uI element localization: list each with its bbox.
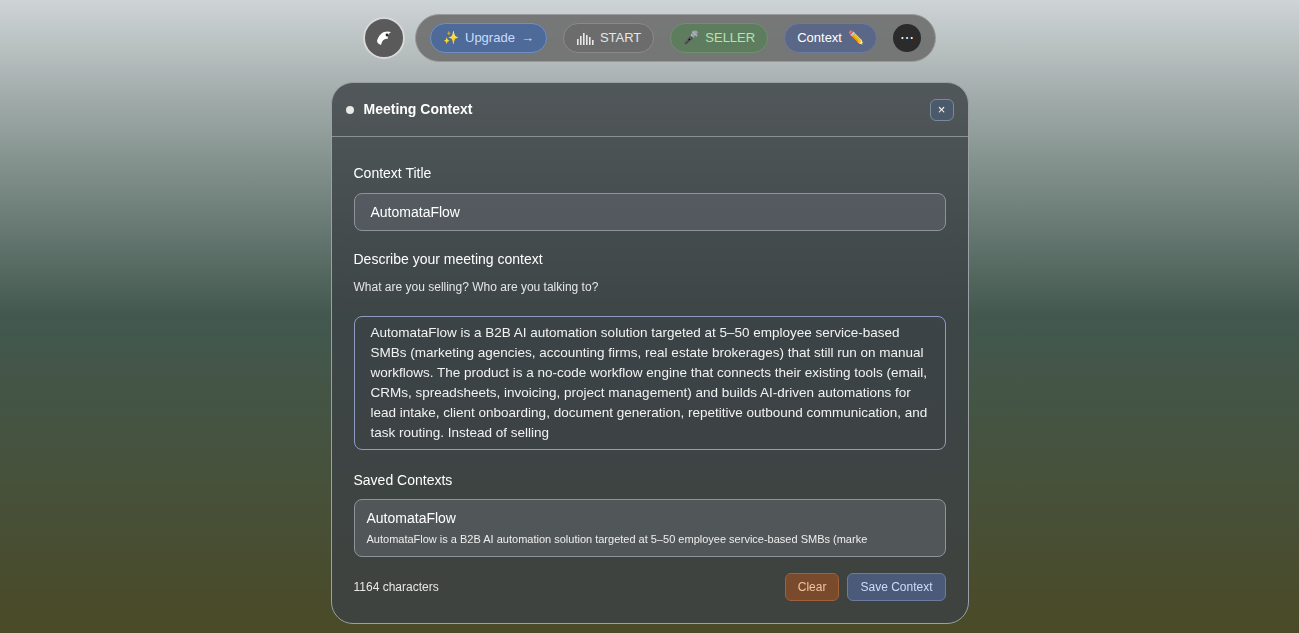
- save-context-button[interactable]: Save Context: [847, 573, 945, 601]
- logo-icon: [373, 27, 395, 49]
- close-button[interactable]: ×: [930, 99, 954, 121]
- context-button[interactable]: Context ✏️: [784, 23, 877, 53]
- bars-icon: [576, 31, 594, 45]
- saved-context-description: AutomataFlow is a B2B AI automation solu…: [367, 531, 933, 548]
- start-button[interactable]: START: [563, 23, 654, 53]
- prefix-icon: 🎤: [683, 28, 699, 48]
- description-textarea[interactable]: AutomataFlow is a B2B AI automation solu…: [354, 316, 946, 450]
- title-label: Context Title: [354, 163, 946, 184]
- logo-button[interactable]: [363, 17, 405, 59]
- clear-button[interactable]: Clear: [785, 573, 840, 601]
- title-input[interactable]: AutomataFlow: [354, 193, 946, 231]
- suffix-icon: ✏️: [848, 28, 864, 48]
- toolbar-pill: ✨ Upgrade → START 🎤 SELLER Context ✏️ ⋯: [415, 14, 936, 62]
- upgrade-button[interactable]: ✨ Upgrade →: [430, 23, 547, 53]
- seller-button[interactable]: 🎤 SELLER: [670, 23, 768, 53]
- status-dot: [346, 106, 354, 114]
- suffix-icon: →: [521, 28, 534, 48]
- app: ✨ Upgrade → START 🎤 SELLER Context ✏️ ⋯ Meeting C…: [0, 0, 1299, 633]
- button-label: SELLER: [705, 28, 755, 48]
- toolbar: ✨ Upgrade → START 🎤 SELLER Context ✏️ ⋯: [363, 14, 936, 62]
- dialog-footer: 1164 characters ClearSave Context: [354, 573, 946, 601]
- dialog-header: Meeting Context ×: [332, 83, 968, 137]
- saved-contexts-label: Saved Contexts: [354, 470, 946, 491]
- saved-context-card[interactable]: AutomataFlow AutomataFlow is a B2B AI aut…: [354, 499, 946, 557]
- dialog-title-group: Meeting Context: [346, 99, 473, 120]
- button-label: Upgrade: [465, 28, 515, 48]
- meeting-context-dialog: Meeting Context × Context Title AutomataFlo…: [331, 82, 969, 624]
- dialog-title: Meeting Context: [364, 99, 473, 120]
- button-label: START: [600, 28, 641, 48]
- description-hint: What are you selling? Who are you talkin…: [354, 278, 946, 296]
- more-button[interactable]: ⋯: [893, 24, 921, 52]
- button-label: Context: [797, 28, 842, 48]
- description-label: Describe your meeting context: [354, 249, 946, 270]
- saved-context-title: AutomataFlow: [367, 508, 933, 529]
- footer-buttons: ClearSave Context: [785, 573, 946, 601]
- dialog-body: Context Title AutomataFlow Describe your m…: [332, 137, 968, 623]
- prefix-icon: ✨: [443, 28, 459, 48]
- character-count: 1164 characters: [354, 578, 439, 596]
